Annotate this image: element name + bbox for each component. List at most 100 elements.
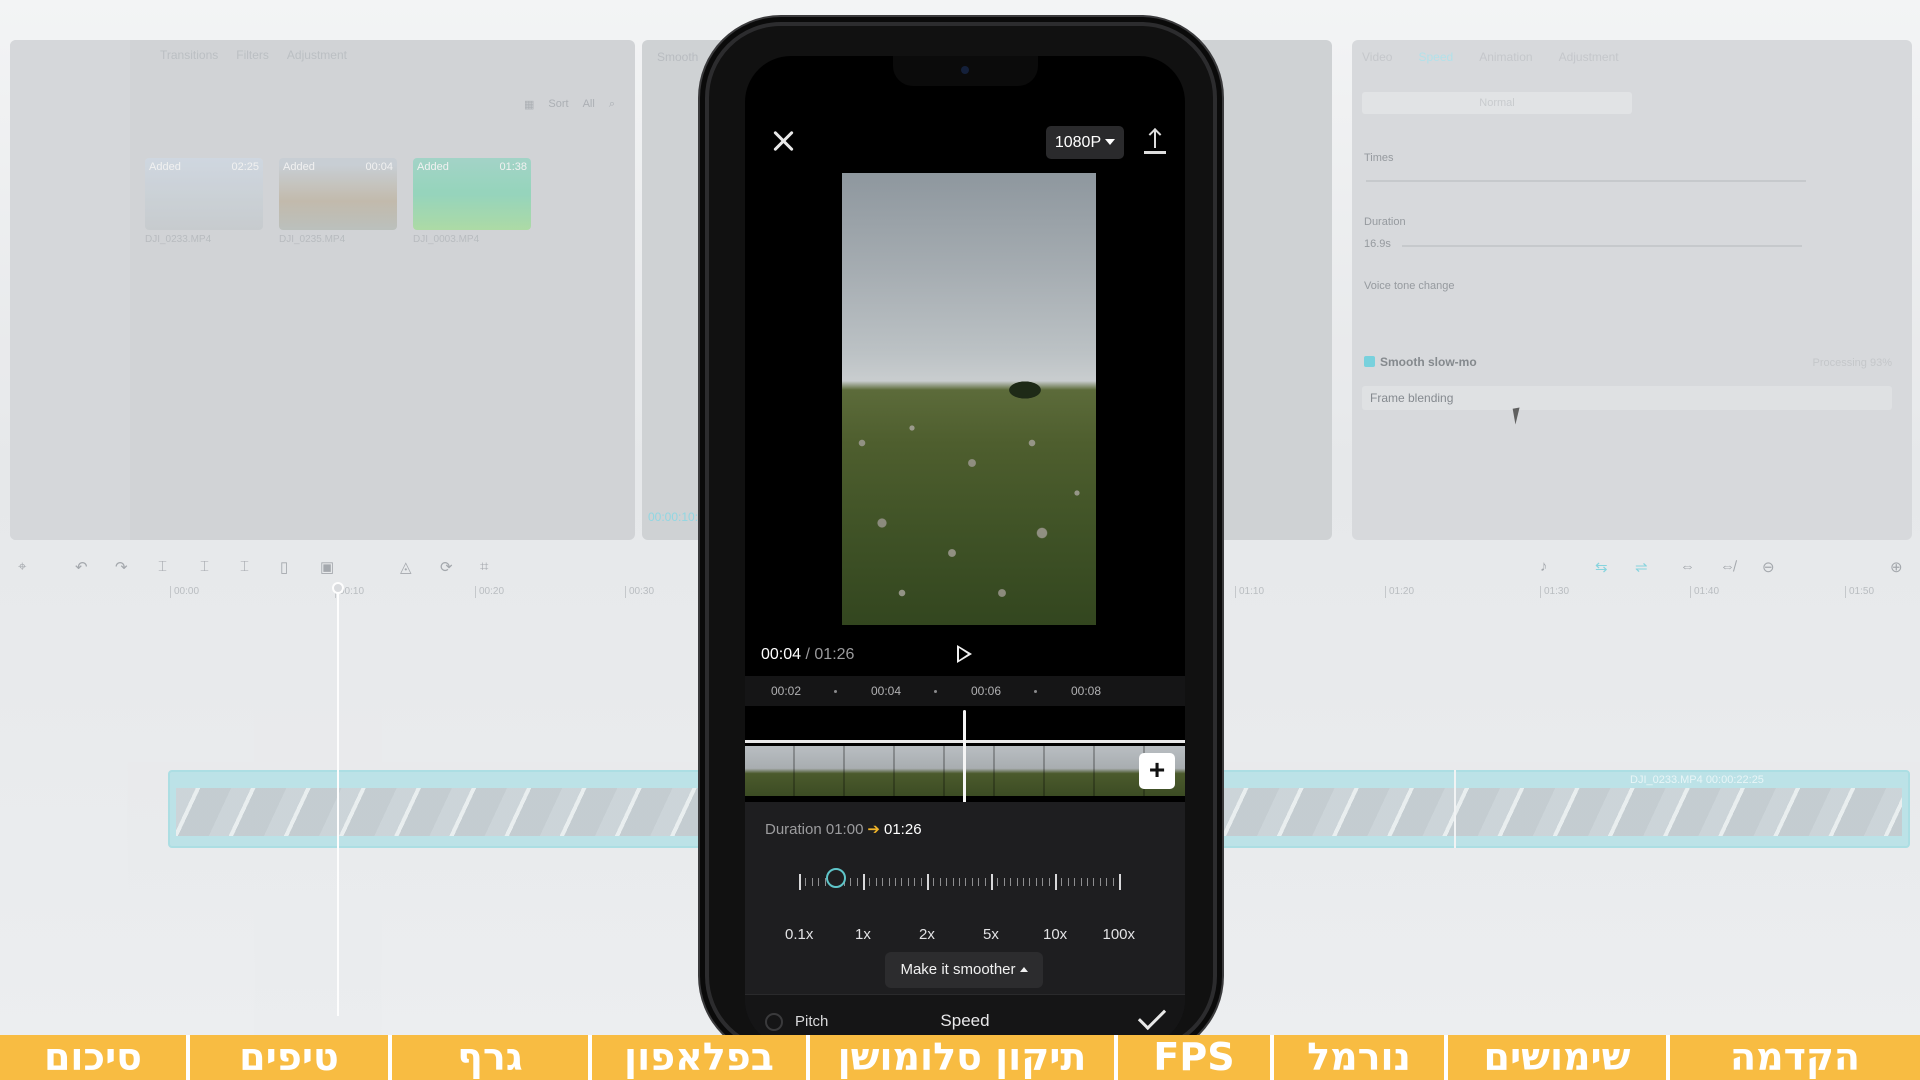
smooth-slowmo-checkbox[interactable]: [1364, 356, 1375, 367]
chapter-intro[interactable]: הקדמה: [1670, 1035, 1920, 1080]
filter-all-button[interactable]: All: [583, 98, 595, 111]
speed-major-tick: [863, 874, 865, 890]
frame-blending-select[interactable]: Frame blending: [1362, 386, 1892, 410]
microphone-icon[interactable]: ♪: [1540, 558, 1548, 575]
speed-minor-tick: [914, 878, 916, 886]
split-audio-icon[interactable]: ⇎: [1720, 558, 1735, 575]
props-tab-adjustment[interactable]: Adjustment: [1559, 50, 1619, 64]
media-tabs: Transitions Filters Adjustment: [160, 48, 347, 62]
ruler-tick: 01:30: [1540, 586, 1569, 598]
close-icon[interactable]: [771, 128, 797, 154]
chapter-summary[interactable]: סיכום: [0, 1035, 186, 1080]
media-thumbnail[interactable]: Added 02:25 DJI_0233.MP4: [145, 158, 263, 245]
speed-label: 0.1x: [785, 926, 814, 943]
thumbnail-image: Added 01:38: [413, 158, 531, 230]
speed-minor-tick: [850, 878, 852, 886]
speed-minor-tick: [901, 878, 903, 886]
speed-label: 100x: [1102, 926, 1136, 943]
delete-icon[interactable]: ▯: [280, 558, 288, 576]
speed-minor-tick: [971, 878, 973, 886]
ruler-dot: [1034, 690, 1037, 693]
ruler-tick: 00:00: [170, 586, 199, 598]
speed-major-tick: [991, 874, 993, 890]
chapter-phone[interactable]: בפלאפון: [592, 1035, 806, 1080]
chapter-uses[interactable]: שימושים: [1448, 1035, 1666, 1080]
thumbnail-name: DJI_0003.MP4: [413, 234, 480, 245]
media-tab-filters[interactable]: Filters: [236, 48, 269, 62]
speed-label: 5x: [983, 926, 999, 943]
speed-minor-tick: [1074, 878, 1076, 886]
speed-minor-tick: [978, 878, 980, 886]
speed-slider-track[interactable]: [799, 874, 1121, 890]
added-badge: Added: [417, 161, 449, 173]
resolution-value: 1080P: [1054, 134, 1102, 151]
grid-view-icon[interactable]: ▦: [524, 98, 534, 111]
crop-icon[interactable]: ⌗: [480, 558, 488, 575]
rotate-icon[interactable]: ⟳: [440, 558, 453, 576]
caret-up-icon: [1019, 967, 1028, 972]
chapter-fps[interactable]: FPS: [1118, 1035, 1270, 1080]
speed-minor-tick: [965, 878, 967, 886]
resolution-dropdown[interactable]: 1080P: [1046, 126, 1124, 159]
ruler-tick: 00:30: [625, 586, 654, 598]
speed-minor-tick: [875, 878, 877, 886]
chapter-tips[interactable]: טיפים: [190, 1035, 388, 1080]
chapter-graph[interactable]: גרף: [392, 1035, 588, 1080]
split-left-icon[interactable]: ⌶: [200, 558, 209, 575]
speed-minor-tick: [856, 878, 858, 886]
speed-minor-tick: [811, 878, 813, 886]
media-thumbnail[interactable]: Added 01:38 DJI_0003.MP4: [413, 158, 531, 245]
select-tool-icon[interactable]: ⌖: [18, 558, 26, 575]
chapter-bar: הקדמה שימושים נורמל FPS תיקון סלומושן בפ…: [0, 1035, 1920, 1080]
phone-notch: [893, 56, 1038, 86]
chapter-slowmo-fix[interactable]: תיקון סלומושן: [810, 1035, 1114, 1080]
undo-icon[interactable]: ↶: [75, 558, 88, 576]
speed-minor-tick: [1061, 878, 1063, 886]
speed-minor-tick: [1016, 878, 1018, 886]
split-icon[interactable]: ⌶: [158, 558, 167, 575]
mirror-icon[interactable]: ◬: [400, 558, 412, 576]
speed-major-tick: [927, 874, 929, 890]
playback-time: 00:04 / 01:26: [761, 646, 854, 664]
play-icon[interactable]: [957, 645, 972, 663]
duration-label: Duration: [765, 821, 822, 838]
zoom-fit-icon[interactable]: ⊕: [1890, 558, 1903, 576]
speed-minor-tick: [1023, 878, 1024, 886]
add-clip-button[interactable]: +: [1139, 753, 1175, 789]
processing-status: Processing 93%: [1812, 357, 1893, 369]
speed-mode-normal[interactable]: Normal: [1362, 92, 1632, 114]
times-slider[interactable]: [1366, 180, 1806, 182]
duration-readout: Duration 01:00 ➔ 01:26: [765, 820, 922, 838]
speed-minor-tick: [1035, 878, 1037, 886]
link-icon[interactable]: ⇆: [1595, 558, 1608, 576]
props-tab-animation[interactable]: Animation: [1479, 50, 1532, 64]
search-icon[interactable]: ⌕: [609, 98, 615, 111]
preview-axis-icon[interactable]: ⇔: [1680, 558, 1695, 575]
export-icon[interactable]: [1144, 128, 1166, 154]
sort-button[interactable]: Sort: [548, 98, 568, 111]
chapter-normal[interactable]: נורמל: [1274, 1035, 1444, 1080]
snap-icon[interactable]: ⇌: [1635, 558, 1648, 576]
duration-new: 01:26: [884, 821, 922, 838]
duration-slider[interactable]: [1402, 245, 1802, 247]
phone-timeline-ruler: 00:02 00:04 00:06 00:08: [745, 676, 1185, 706]
smooth-slowmo-row[interactable]: Smooth slow-mo: [1364, 355, 1477, 369]
freeze-icon[interactable]: ▣: [320, 558, 334, 576]
split-right-icon[interactable]: ⌶: [240, 558, 249, 575]
redo-icon[interactable]: ↷: [115, 558, 128, 576]
media-tab-adjustment[interactable]: Adjustment: [287, 48, 347, 62]
make-smoother-button[interactable]: Make it smoother: [885, 952, 1043, 988]
thumbnail-duration: 01:38: [499, 161, 527, 173]
media-thumbnail[interactable]: Added 00:04 DJI_0235.MP4: [279, 158, 397, 245]
playhead-handle[interactable]: [332, 582, 344, 594]
zoom-out-icon[interactable]: ⊖: [1762, 558, 1775, 576]
speed-minor-tick: [1099, 878, 1101, 886]
speed-minor-tick: [959, 878, 960, 886]
props-tab-video[interactable]: Video: [1362, 50, 1392, 64]
properties-tabs: Video Speed Animation Adjustment: [1362, 50, 1619, 64]
media-tab-transitions[interactable]: Transitions: [160, 48, 218, 62]
props-tab-speed[interactable]: Speed: [1418, 50, 1453, 64]
speed-minor-tick: [1042, 878, 1044, 886]
timeline-playhead[interactable]: [337, 586, 339, 1016]
speed-label: 2x: [919, 926, 935, 943]
